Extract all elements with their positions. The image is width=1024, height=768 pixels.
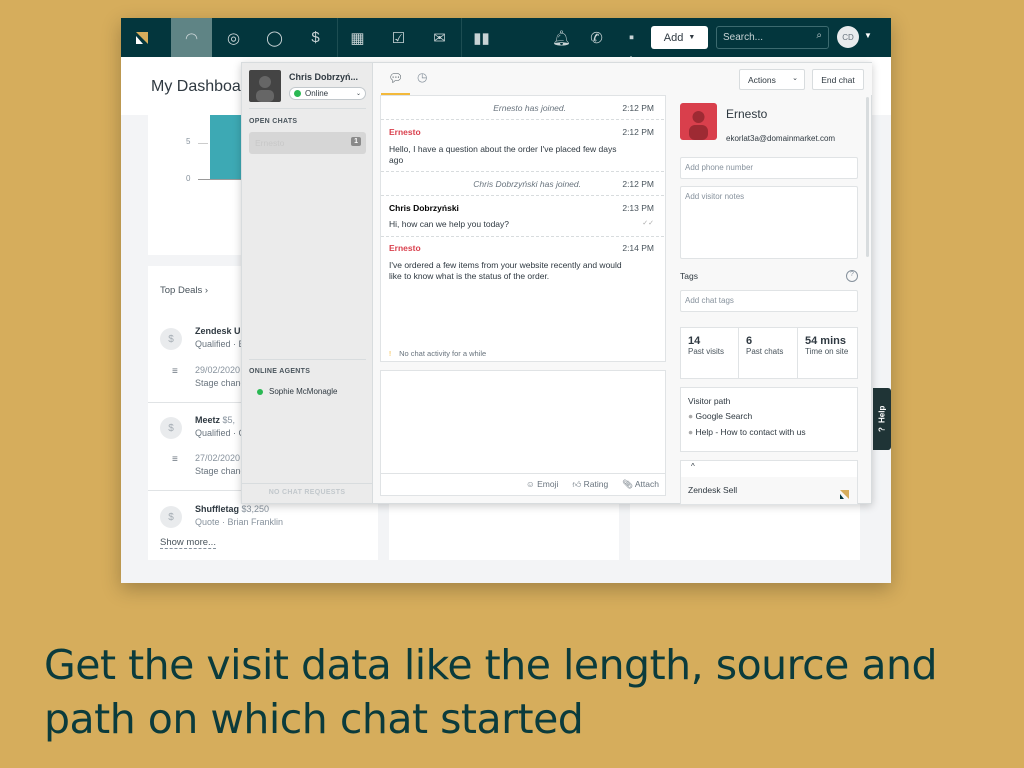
read-receipt-icon: ✓✓: [642, 220, 654, 227]
actions-dropdown[interactable]: Actions ⌄: [739, 69, 805, 90]
help-icon[interactable]: ?: [846, 270, 858, 282]
chat-transcript: Ernesto has joined. 2:12 PM Ernesto 2:12 P…: [380, 95, 666, 362]
leads-icon[interactable]: ◎: [213, 18, 254, 57]
chat-message: Ernesto 2:14 PM I've ordered a few items f…: [389, 243, 654, 281]
top-deals-link[interactable]: Top Deals ›: [160, 285, 208, 296]
caret-down-icon[interactable]: ▼: [864, 31, 872, 40]
system-message: Ernesto has joined. 2:12 PM: [381, 96, 664, 120]
paperclip-icon: 📎︎: [622, 479, 633, 489]
deals-icon[interactable]: $: [295, 18, 336, 57]
deal-icon: $: [160, 506, 182, 528]
page-title: My Dashboard: [151, 78, 256, 95]
visitor-notes-input[interactable]: Add visitor notes: [680, 186, 858, 259]
page-icon: ●: [688, 427, 694, 437]
message-composer[interactable]: ☺ Emoji 👍︎ Rating 📎︎ Attach: [380, 370, 666, 496]
chat-toolbar: 💬︎ ◷ Actions ⌄ End chat: [374, 63, 872, 95]
search-source-icon: ●: [688, 411, 694, 421]
top-nav: ◠ ◎ ◯ $ ▦ ☑ ✉ ▮▮ 🔔︎ ✆ ▪ Add ▼ Search... ⌕ …: [121, 18, 891, 57]
thumbs-up-icon: 👍︎: [572, 479, 582, 489]
contacts-icon[interactable]: ◯: [254, 18, 295, 57]
tags-input[interactable]: Add chat tags: [680, 290, 858, 312]
add-button[interactable]: Add ▼: [651, 26, 708, 49]
chat-sidebar: Chris Dobrzyń... Online ⌄ OPEN CHATS Erne…: [242, 63, 373, 503]
deal-icon: $: [160, 417, 182, 439]
chat-popup: Chris Dobrzyń... Online ⌄ OPEN CHATS Erne…: [241, 62, 872, 505]
stage-icon: ≡: [172, 366, 178, 377]
stat-time-on-site: 54 mins Time on site: [805, 335, 849, 356]
visitor-avatar: [680, 103, 717, 140]
caret-down-icon: ▼: [688, 34, 696, 41]
path-item[interactable]: ● Google Search: [688, 411, 850, 421]
status-select[interactable]: Online ⌄: [289, 87, 366, 100]
chat-tab-icon[interactable]: 💬︎: [388, 71, 403, 85]
chat-message: Ernesto 2:12 PM Hello, I have a question a…: [381, 120, 664, 172]
tasks-icon[interactable]: ☑: [378, 18, 419, 57]
dashboard-icon[interactable]: ◠: [171, 18, 212, 57]
chat-icon[interactable]: ▪: [611, 18, 652, 57]
inactivity-notice: ! No chat activity for a while: [389, 349, 487, 358]
communications-icon[interactable]: ✉: [419, 18, 460, 57]
status-dot: [294, 90, 301, 97]
stat-past-visits: 14 Past visits: [681, 328, 739, 378]
logo-icon[interactable]: [121, 18, 162, 57]
show-more-link[interactable]: Show more...: [160, 537, 216, 549]
chevron-down-icon: ⌄: [355, 91, 361, 97]
stat-past-chats: 6 Past chats: [739, 328, 798, 378]
emoji-icon: ☺: [526, 479, 535, 489]
warning-icon: !: [389, 349, 392, 358]
avatar[interactable]: CD: [837, 26, 859, 48]
deal-icon: $: [160, 328, 182, 350]
emoji-button[interactable]: ☺ Emoji: [526, 479, 558, 490]
reports-icon[interactable]: ▮▮: [461, 18, 502, 57]
deal-item[interactable]: Zendesk U Qualified · B: [195, 326, 245, 349]
scrollbar[interactable]: [866, 97, 869, 257]
help-button[interactable]: ? Help: [873, 388, 891, 450]
app-screenshot: ◠ ◎ ◯ $ ▦ ☑ ✉ ▮▮ 🔔︎ ✆ ▪ Add ▼ Search... ⌕ …: [121, 18, 891, 583]
help-icon: ?: [877, 427, 887, 433]
rating-button[interactable]: 👍︎ Rating: [572, 479, 608, 490]
online-agent[interactable]: Sophie McMonagle: [257, 387, 337, 396]
calendar-icon[interactable]: ▦: [337, 18, 378, 57]
visitor-panel: Ernesto ekorlat3a@domainmarket.com Add p…: [672, 95, 870, 505]
stage-icon: ≡: [172, 454, 178, 465]
visitor-path: Visitor path ● Google Search ● Help - Ho…: [680, 387, 858, 452]
deal-item[interactable]: Shuffletag $3,250 Quote · Brian Franklin: [195, 504, 283, 527]
search-icon: ⌕: [816, 30, 822, 41]
collapse-icon[interactable]: ^: [681, 461, 857, 477]
unread-badge: 1: [351, 137, 361, 146]
open-chat-item[interactable]: Ernesto 1: [249, 132, 366, 154]
chevron-down-icon: ⌄: [792, 75, 798, 82]
search-input[interactable]: Search... ⌕: [716, 26, 829, 49]
attach-button[interactable]: 📎︎ Attach: [622, 479, 659, 490]
headline: Get the visit data like the length, sour…: [44, 641, 938, 743]
end-chat-button[interactable]: End chat: [812, 69, 864, 90]
agent-avatar: [249, 70, 281, 102]
history-icon[interactable]: ◷: [417, 70, 427, 84]
zendesk-sell-logo-icon: [840, 486, 849, 504]
system-message: Chris Dobrzyński has joined. 2:12 PM: [381, 172, 664, 196]
chat-message: Chris Dobrzyński 2:13 PM Hi, how can we he…: [381, 196, 664, 237]
phone-input[interactable]: Add phone number: [680, 157, 858, 179]
chart-bar: [210, 115, 242, 179]
path-item[interactable]: ● Help - How to contact with us: [688, 427, 850, 437]
apps-section: ^ Zendesk Sell: [680, 460, 858, 505]
deal-item[interactable]: Meetz $5, Qualified · C: [195, 415, 245, 438]
visit-stats: 14 Past visits 6 Past chats 54 mins Time on…: [680, 327, 858, 379]
